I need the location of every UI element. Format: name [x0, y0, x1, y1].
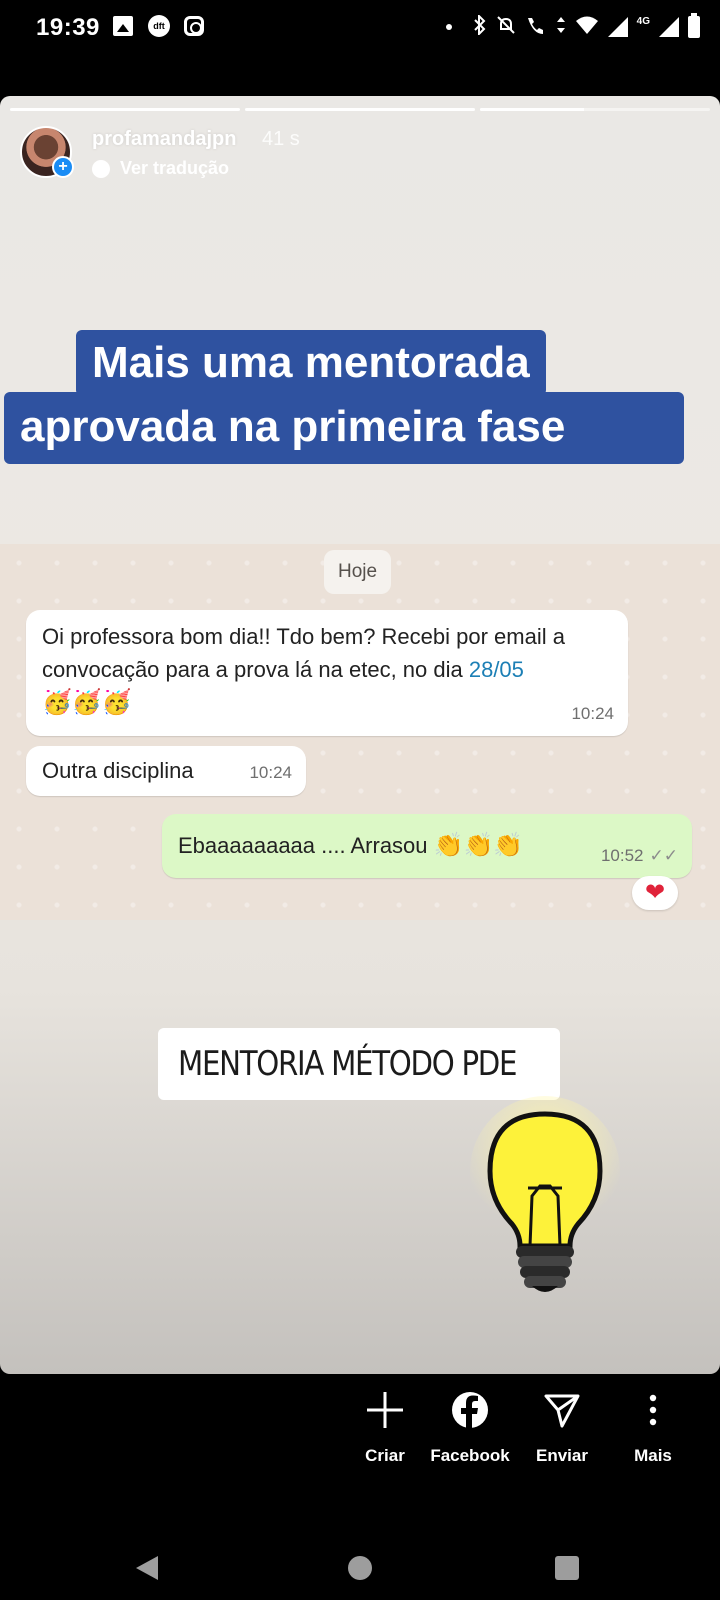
translate-icon: [92, 159, 110, 178]
progress-segment: [245, 108, 475, 111]
send-label: Enviar: [536, 1446, 588, 1465]
facebook-icon: [452, 1392, 488, 1428]
headline-line-1: Mais uma mentorada: [76, 330, 546, 396]
message-text: Outra disciplina: [42, 758, 194, 783]
message-date-link: 28/05: [468, 657, 524, 682]
progress-fill: [10, 108, 240, 111]
heart-reaction-icon: ❤: [632, 876, 678, 910]
call-4g-icon: [525, 15, 547, 39]
story-time-ago: 41 s: [262, 128, 300, 150]
status-icons: 4G: [445, 12, 700, 42]
chat-message-incoming: Outra disciplina 10:24: [26, 746, 306, 796]
see-translation-label: Ver tradução: [120, 158, 230, 178]
bluetooth-icon: [473, 13, 487, 39]
story-username[interactable]: profamandajpn: [92, 128, 236, 151]
chat-screenshot: Hoje Oi professora bom dia!! Tdo bem? Re…: [0, 544, 720, 920]
message-time-with-ticks: 10:52 ✓✓: [601, 840, 678, 872]
see-translation-button[interactable]: Ver tradução: [92, 158, 229, 179]
status-time: 19:39: [36, 14, 100, 41]
lightbulb-icon: [470, 1096, 620, 1292]
instagram-icon: [184, 16, 204, 36]
chat-day-label: Hoje: [324, 550, 392, 594]
chat-message-incoming: Oi professora bom dia!! Tdo bem? Recebi …: [26, 610, 628, 736]
home-icon[interactable]: [348, 1556, 372, 1580]
signal-4g-icon: 4G: [636, 15, 650, 27]
story-actions: Criar Facebook Enviar Mais: [0, 1390, 720, 1490]
headline-line-2: aprovada na primeira fase: [4, 392, 684, 464]
signal-secondary-icon: [659, 17, 679, 37]
facebook-label: Facebook: [430, 1446, 510, 1465]
read-ticks-icon: ✓✓: [649, 846, 679, 865]
send-button[interactable]: Enviar: [512, 1390, 612, 1466]
back-icon[interactable]: [136, 1556, 158, 1580]
message-time: 10:24: [249, 763, 292, 782]
progress-segment: [10, 108, 240, 111]
data-arrows-icon: [556, 15, 566, 39]
chat-message-outgoing: Ebaaaaaaaaa .... Arrasou 👏👏👏 10:52 ✓✓: [162, 814, 692, 878]
story-card[interactable]: + profamandajpn 41 s Ver tradução Mais u…: [0, 96, 720, 1374]
message-time: 10:24: [571, 704, 614, 723]
link-sticker-label: MENTORIA MÉTODO PDE: [178, 1044, 517, 1084]
progress-fill: [480, 108, 584, 111]
dft-icon: dft: [148, 15, 170, 37]
status-bar: 19:39 dft 4G: [0, 0, 720, 56]
notification-dot-icon: [445, 24, 452, 30]
clapping-emojis: 👏👏👏: [433, 832, 524, 859]
battery-icon: [688, 13, 700, 38]
recents-icon[interactable]: [555, 1556, 579, 1580]
more-button[interactable]: Mais: [603, 1390, 703, 1466]
story-progress: [10, 108, 710, 111]
message-text: Ebaaaaaaaaa .... Arrasou: [178, 833, 434, 858]
mute-icon: [496, 15, 516, 39]
add-story-plus-icon[interactable]: +: [52, 156, 74, 178]
progress-fill: [245, 108, 475, 111]
wifi-icon: [575, 15, 599, 39]
more-label: Mais: [634, 1446, 672, 1465]
more-vertical-icon: [649, 1394, 657, 1426]
progress-segment: [480, 108, 710, 111]
signal-icon: [607, 17, 628, 37]
facebook-button[interactable]: Facebook: [420, 1390, 520, 1466]
plus-icon: [367, 1392, 403, 1428]
image-icon: [113, 16, 133, 36]
system-navbar: [0, 1540, 720, 1600]
message-time: 10:52: [600, 846, 644, 865]
link-sticker[interactable]: MENTORIA MÉTODO PDE: [158, 1028, 560, 1100]
party-face-emojis: 🥳🥳🥳: [42, 689, 132, 716]
send-icon: [544, 1394, 580, 1428]
